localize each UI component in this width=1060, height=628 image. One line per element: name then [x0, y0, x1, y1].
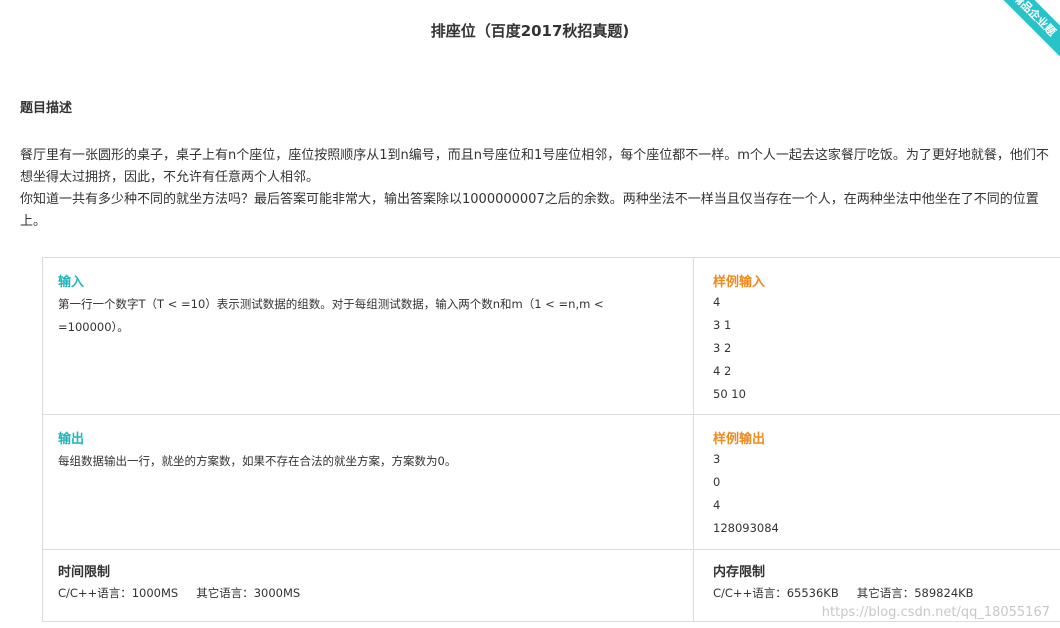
sample-output-line: 4 [713, 498, 721, 512]
memory-limit-values: C/C++语言：65536KB 其它语言：589824KB [713, 585, 974, 601]
time-limit-label: 时间限制 [58, 565, 111, 580]
memory-limit-other: 其它语言：589824KB [856, 586, 974, 600]
sample-input-line: 4 2 [713, 364, 732, 378]
memory-limit-label: 内存限制 [713, 565, 766, 580]
time-limit-cpp: C/C++语言：1000MS [58, 586, 179, 600]
time-limit-cell: 时间限制 C/C++语言：1000MS 其它语言：3000MS [43, 550, 694, 622]
problem-spec-table: 输入 第一行一个数字T（T < =10）表示测试数据的组数。对于每组测试数据，输… [42, 257, 1060, 622]
sample-output-lines: 3 0 4 128093084 [713, 448, 779, 540]
input-cell: 输入 第一行一个数字T（T < =10）表示测试数据的组数。对于每组测试数据，输… [43, 258, 694, 415]
memory-limit-cpp: C/C++语言：65536KB [713, 586, 839, 600]
description-paragraph-2: 你知道一共有多少种不同的就坐方法吗？最后答案可能非常大，输出答案除以100000… [20, 192, 1039, 229]
sample-output-label: 样例输出 [713, 432, 766, 447]
sample-output-line: 3 [713, 452, 721, 466]
sample-output-cell: 样例输出 3 0 4 128093084 [694, 415, 1060, 550]
sample-input-label: 样例输入 [713, 275, 766, 290]
sample-input-line: 3 2 [713, 341, 732, 355]
watermark-text: https://blog.csdn.net/qq_18055167 [821, 605, 1050, 620]
description-body: 餐厅里有一张圆形的桌子，桌子上有n个座位，座位按照顺序从1到n编号，而且n号座位… [20, 145, 1060, 233]
sample-input-lines: 4 3 1 3 2 4 2 50 10 [713, 291, 746, 406]
description-heading: 题目描述 [20, 101, 73, 116]
time-limit-other: 其它语言：3000MS [196, 586, 301, 600]
sample-input-line: 3 1 [713, 318, 732, 332]
input-text: 第一行一个数字T（T < =10）表示测试数据的组数。对于每组测试数据，输入两个… [58, 297, 604, 334]
sample-input-line: 4 [713, 295, 721, 309]
sample-input-cell: 样例输入 4 3 1 3 2 4 2 50 10 [694, 258, 1060, 415]
page-title: 排座位（百度2017秋招真题) [430, 22, 630, 40]
output-label: 输出 [58, 432, 85, 447]
sample-input-line: 50 10 [713, 387, 746, 401]
input-label: 输入 [58, 275, 85, 290]
sample-output-line: 128093084 [713, 521, 779, 535]
description-paragraph-1: 餐厅里有一张圆形的桌子，桌子上有n个座位，座位按照顺序从1到n编号，而且n号座位… [20, 148, 1049, 185]
time-limit-values: C/C++语言：1000MS 其它语言：3000MS [58, 585, 300, 601]
output-text: 每组数据输出一行，就坐的方案数，如果不存在合法的就坐方案，方案数为0。 [58, 454, 457, 468]
sample-output-line: 0 [713, 475, 721, 489]
output-cell: 输出 每组数据输出一行，就坐的方案数，如果不存在合法的就坐方案，方案数为0。 [43, 415, 694, 550]
